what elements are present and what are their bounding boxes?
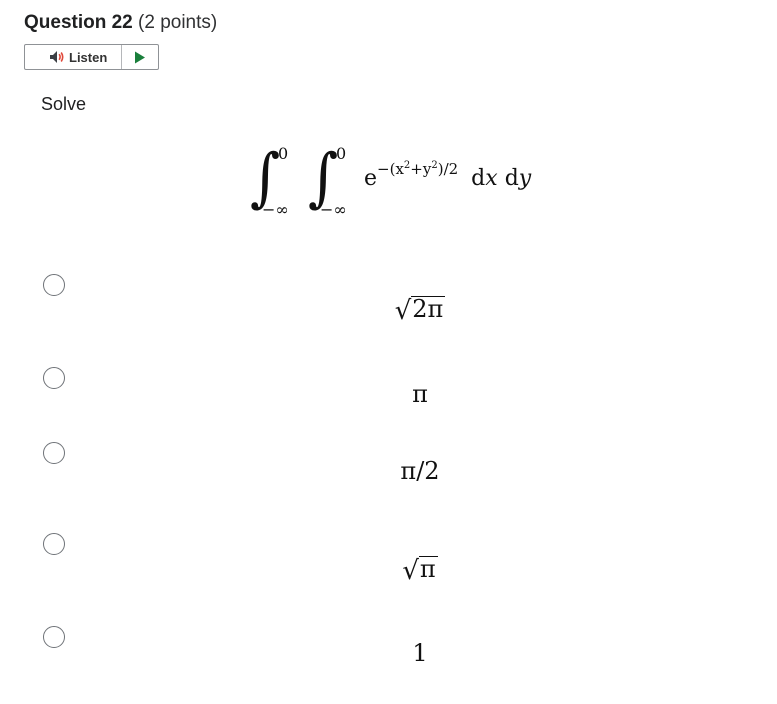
play-icon	[135, 51, 145, 63]
integrand-exponent: −(x2+y2)/2	[377, 160, 459, 178]
listen-toolbar: Listen	[24, 44, 159, 70]
question-points: (2 points)	[138, 12, 218, 33]
integral-lower-limit-inner: −∞	[320, 200, 347, 219]
answer-option-1: √2π	[0, 272, 777, 326]
speaker-icon	[50, 51, 64, 63]
answer-text-2: π	[412, 380, 428, 408]
question-prompt: Solve	[41, 94, 87, 114]
listen-label: Listen	[69, 49, 108, 65]
integrand: e−(x2+y2)/2 dx dy	[364, 160, 532, 191]
answer-text-3: π/2	[400, 457, 440, 485]
listen-button[interactable]: Listen	[25, 45, 122, 69]
integral-upper-limit-outer: 0	[278, 144, 289, 163]
answer-radio-2[interactable]	[43, 367, 65, 389]
answer-radio-1[interactable]	[43, 274, 65, 296]
differentials: dx dy	[471, 166, 532, 191]
answer-option-4: √π	[0, 532, 777, 586]
answer-option-2: π	[0, 366, 777, 408]
integral-upper-limit-inner: 0	[336, 144, 347, 163]
answer-option-3: π/2	[0, 441, 777, 485]
integrand-base: e	[364, 166, 378, 191]
answer-radio-4[interactable]	[43, 533, 65, 555]
answer-radio-3[interactable]	[43, 442, 65, 464]
answer-text-1: √2π	[394, 295, 446, 326]
answer-option-5: 1	[0, 625, 777, 667]
answer-text-5: 1	[412, 639, 428, 667]
play-button[interactable]	[122, 45, 158, 69]
answer-text-4: √π	[402, 555, 438, 586]
question-label: Question 22	[24, 12, 133, 33]
answer-radio-5[interactable]	[43, 626, 65, 648]
double-integral: ∫ 0 −∞ ∫ 0 −∞ e−(x2+y2)/2 dx dy	[244, 140, 574, 224]
question-title: Question 22 (2 points)	[24, 11, 217, 35]
integral-lower-limit-outer: −∞	[262, 200, 289, 219]
